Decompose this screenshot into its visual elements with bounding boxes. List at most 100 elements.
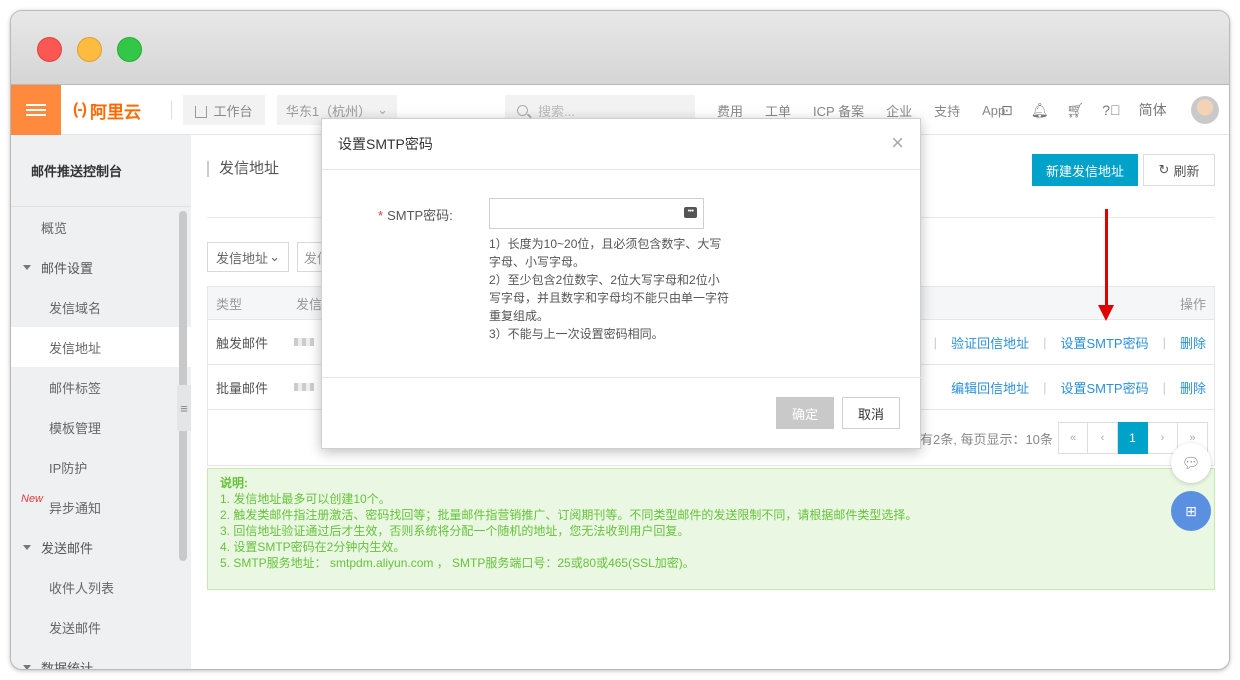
- sidebar-item-send-mail[interactable]: 发送邮件: [11, 607, 191, 647]
- sidebar-item-label: 模板管理: [49, 420, 102, 436]
- cancel-button[interactable]: 取消: [842, 397, 900, 429]
- sidebar-item-label: 发送邮件: [41, 540, 94, 556]
- annotation-arrow: [1105, 209, 1108, 309]
- refresh-button[interactable]: ↻ 刷新: [1143, 154, 1215, 186]
- rule-line: 3）不能与上一次设置密码相同。: [489, 327, 664, 341]
- sidebar-item-label: 邮件设置: [41, 260, 94, 276]
- prev-page-button[interactable]: ‹: [1088, 422, 1118, 454]
- sidebar-title: 邮件推送控制台: [11, 135, 191, 207]
- brand-name: 阿里云: [89, 102, 141, 122]
- sidebar-item-recipient-list[interactable]: 收件人列表: [11, 567, 191, 607]
- zoom-window-button[interactable]: [117, 37, 142, 62]
- sidebar-item-label: 发信域名: [49, 300, 102, 316]
- sidebar-item-label: IP防护: [49, 460, 88, 476]
- divider: [171, 101, 172, 119]
- chevron-down-icon: ⌄: [377, 102, 389, 117]
- sidebar-item-overview[interactable]: 概览: [11, 207, 191, 247]
- sidebar-item-label: 数据统计: [41, 660, 94, 670]
- terminal-icon[interactable]: ⊡: [1001, 102, 1013, 119]
- chevron-down-icon: ⌄: [269, 249, 280, 264]
- field-label: SMTP密码:: [387, 208, 453, 223]
- link-icp[interactable]: ICP 备案: [813, 101, 864, 120]
- required-mark: *: [378, 208, 384, 223]
- note-line: 4. 设置SMTP密码在2分钟内生效。: [220, 540, 406, 554]
- smtp-password-label: * SMTP密码:: [378, 205, 453, 224]
- first-page-button[interactable]: «: [1058, 422, 1088, 454]
- notes-panel: 说明: 1. 发信地址最多可以创建10个。 2. 触发类邮件指注册激活、密码找回…: [207, 468, 1215, 590]
- row-type: 批量邮件: [216, 380, 269, 396]
- refresh-icon: ↻: [1158, 162, 1170, 177]
- column-ops: 操作: [1179, 296, 1206, 312]
- note-line: 2. 触发类邮件指注册激活、密码找回等；批量邮件指营销推广、订阅期刊等。不同类型…: [220, 508, 918, 522]
- password-keychain-icon[interactable]: •••: [684, 207, 697, 218]
- row-ops: 编辑回信地址 | 设置SMTP密码 | 删除: [951, 378, 1206, 397]
- bell-icon[interactable]: 🔔︎: [1031, 102, 1049, 119]
- sidebar-item-sender-domain[interactable]: 发信域名: [11, 287, 191, 327]
- sidebar-item-mail-tags[interactable]: 邮件标签: [11, 367, 191, 407]
- sidebar-item-templates[interactable]: 模板管理: [11, 407, 191, 447]
- collapse-sidebar-handle[interactable]: ≡: [177, 385, 191, 431]
- note-line: 5. SMTP服务地址： smtpdm.aliyun.com ， SMTP服务端…: [220, 556, 695, 570]
- masked-address: [294, 365, 314, 409]
- verify-reply-address-link[interactable]: 验证回信地址: [951, 333, 1029, 352]
- note-line: 3. 回信地址验证通过后才生效，否则系统将分配一个随机的地址，您无法收到用户回复…: [220, 524, 690, 538]
- sidebar-group-send-mail[interactable]: 发送邮件: [11, 527, 191, 567]
- caret-down-icon: [23, 264, 31, 270]
- cart-icon[interactable]: 🛒︎: [1067, 102, 1085, 119]
- sidebar-group-statistics[interactable]: 数据统计: [11, 647, 191, 670]
- minimize-window-button[interactable]: [77, 37, 102, 62]
- link-billing[interactable]: 费用: [717, 101, 743, 120]
- filter-select-value: 发信地址: [216, 250, 269, 266]
- sidebar-item-label: 异步通知: [49, 500, 102, 516]
- sidebar-item-sender-address[interactable]: 发信地址: [11, 327, 191, 367]
- region-label: 华东1（杭州）: [285, 103, 372, 119]
- sidebar-item-async-notify[interactable]: New 异步通知: [11, 487, 191, 527]
- link-enterprise[interactable]: 企业: [886, 101, 912, 120]
- help-icon[interactable]: ?⃝: [1102, 102, 1120, 118]
- smtp-password-input[interactable]: •••: [489, 198, 704, 229]
- row-type: 触发邮件: [216, 335, 269, 351]
- new-sender-address-button[interactable]: 新建发信地址: [1032, 154, 1138, 186]
- sidebar-item-label: 发信地址: [49, 340, 102, 356]
- close-icon[interactable]: ×: [891, 131, 904, 155]
- close-window-button[interactable]: [37, 37, 62, 62]
- workbench-button[interactable]: 工作台: [183, 95, 265, 125]
- dialog-footer-divider: [322, 377, 922, 378]
- browser-window: (-) 阿里云 工作台 华东1（杭州） ⌄ 搜索... 费用 工单 ICP 备案…: [10, 10, 1230, 670]
- caret-down-icon: [23, 664, 31, 669]
- dialog-title: 设置SMTP密码: [338, 136, 433, 152]
- avatar[interactable]: [1191, 96, 1219, 124]
- link-tickets[interactable]: 工单: [765, 101, 791, 120]
- link-support[interactable]: 支持: [934, 101, 960, 120]
- apps-icon[interactable]: ⊞: [1171, 491, 1211, 531]
- set-smtp-password-link[interactable]: 设置SMTP密码: [1060, 378, 1148, 397]
- notes-title: 说明:: [220, 476, 248, 490]
- window-titlebar: [11, 11, 1229, 85]
- masked-address: [294, 320, 314, 364]
- password-rules: 1）长度为10~20位，且必须包含数字、大写字母、小写字母。 2）至少包含2位数…: [489, 235, 729, 343]
- rule-line: 1）长度为10~20位，且必须包含数字、大写字母、小写字母。: [489, 237, 722, 269]
- chat-icon[interactable]: 💬︎: [1171, 443, 1211, 483]
- annotation-arrow-head: [1098, 305, 1114, 321]
- set-smtp-password-link[interactable]: 设置SMTP密码: [1060, 333, 1148, 352]
- sidebar-item-label: 概览: [41, 220, 68, 236]
- sidebar-item-label: 收件人列表: [49, 580, 115, 596]
- edit-reply-address-link[interactable]: 编辑回信地址: [951, 378, 1029, 397]
- note-line: 1. 发信地址最多可以创建10个。: [220, 492, 391, 506]
- smtp-password-dialog: 设置SMTP密码 × * SMTP密码: ••• 1）长度为10~20位，且必须包…: [321, 118, 922, 449]
- next-page-button[interactable]: ›: [1148, 422, 1178, 454]
- delete-link[interactable]: 删除: [1180, 378, 1206, 397]
- delete-link[interactable]: 删除: [1180, 333, 1206, 352]
- top-icons: ⊡ 🔔︎ 🛒︎ ?⃝ 简体: [1001, 85, 1185, 135]
- menu-icon[interactable]: [11, 85, 61, 135]
- language-switch[interactable]: 简体: [1139, 100, 1167, 120]
- dialog-header: 设置SMTP密码 ×: [322, 119, 920, 170]
- confirm-button[interactable]: 确定: [776, 397, 834, 429]
- sidebar: 邮件推送控制台 概览 邮件设置 发信域名 发信地址 邮件标签 模板管理 IP防护…: [11, 135, 191, 670]
- filter-select[interactable]: 发信地址 ⌄: [207, 242, 289, 272]
- sidebar-group-mail-settings[interactable]: 邮件设置: [11, 247, 191, 287]
- current-page-button[interactable]: 1: [1118, 422, 1148, 454]
- aliyun-logo[interactable]: (-) 阿里云: [73, 99, 141, 122]
- sidebar-item-ip-protection[interactable]: IP防护: [11, 447, 191, 487]
- sidebar-item-label: 邮件标签: [49, 380, 102, 396]
